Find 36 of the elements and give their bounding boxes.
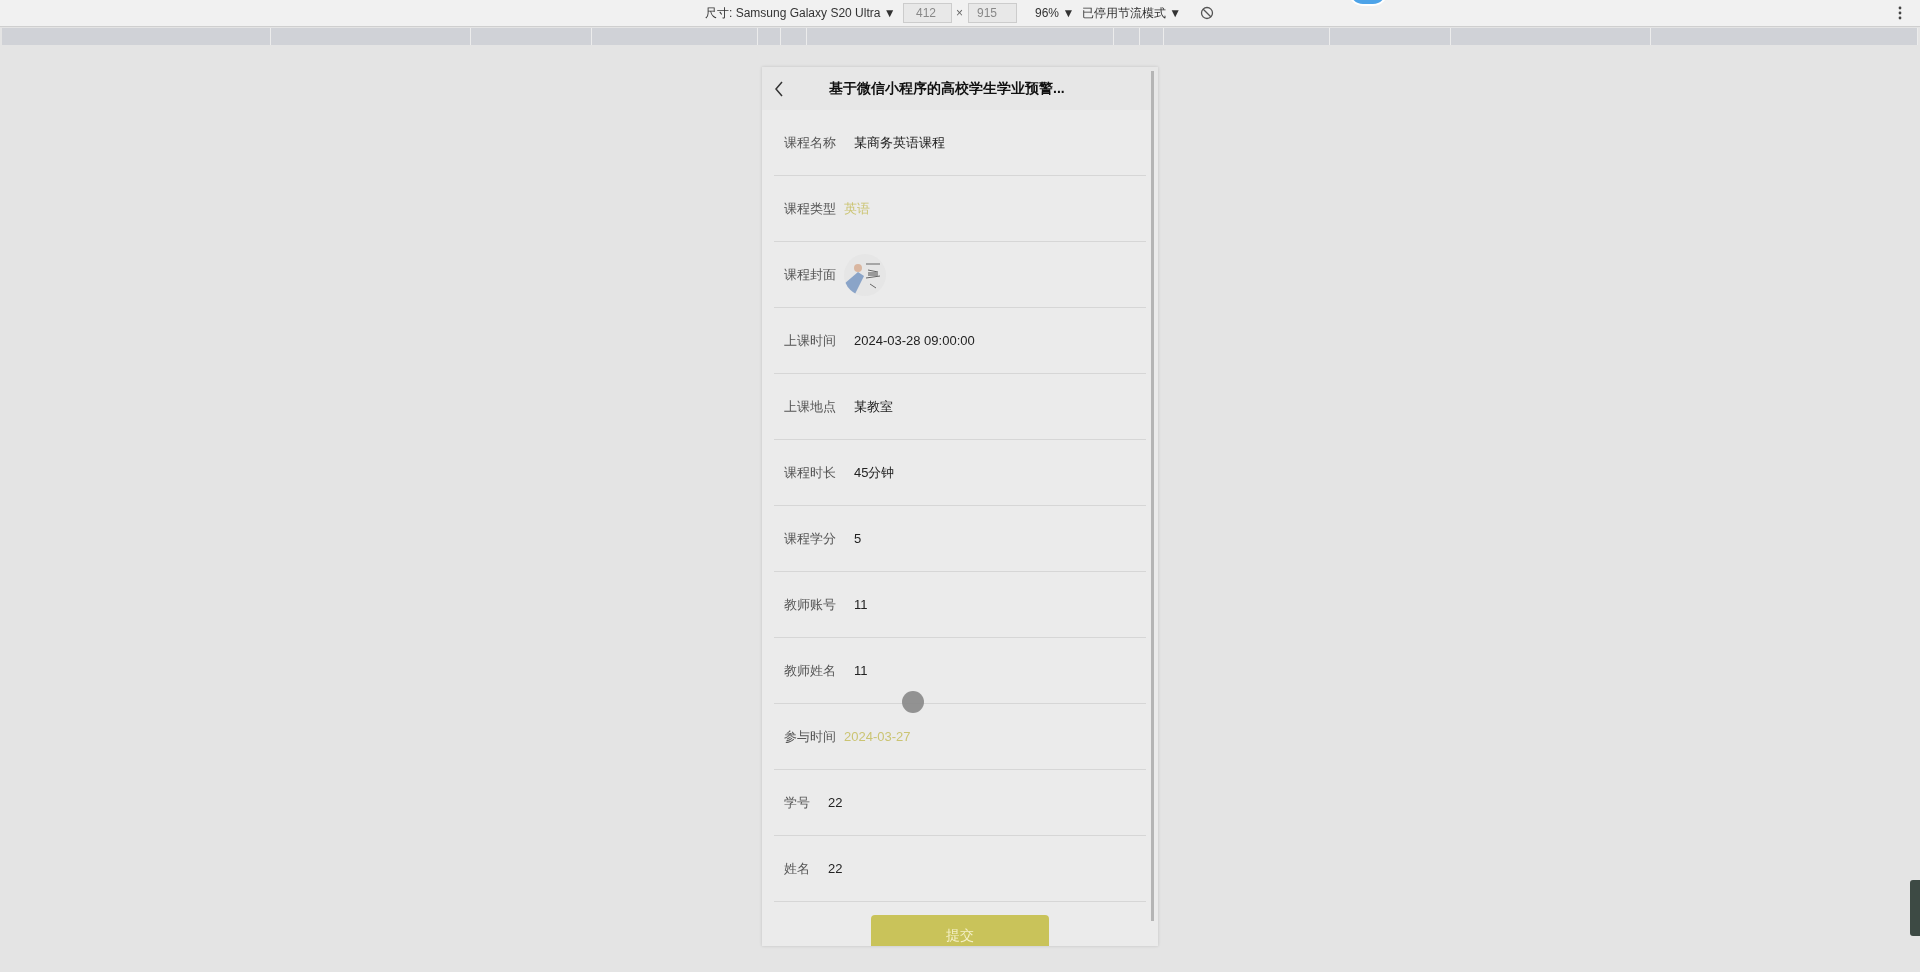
field-label: 课程名称 [784, 133, 836, 152]
field-value: 11 [854, 661, 868, 680]
submit-button[interactable]: 提交 [871, 915, 1049, 946]
field-label: 学号 [784, 793, 810, 812]
field-label: 上课时间 [784, 331, 836, 350]
field-value: 11 [854, 595, 868, 614]
field-label: 课程学分 [784, 529, 836, 548]
field-value: 5 [854, 529, 862, 548]
field-label: 课程封面 [784, 265, 836, 284]
field-label: 上课地点 [784, 397, 836, 416]
back-icon[interactable] [774, 80, 784, 97]
field-label: 课程时长 [784, 463, 836, 482]
times-sign: × [956, 5, 963, 22]
rotate-icon[interactable] [1200, 6, 1214, 20]
field-label: 姓名 [784, 859, 810, 878]
throttle-dropdown[interactable]: 已停用节流模式 ▼ [1082, 4, 1182, 22]
picker-value[interactable]: 2024-03-27 [844, 726, 911, 747]
field-label: 参与时间 [784, 727, 836, 746]
field-label: 教师账号 [784, 595, 836, 614]
field-value: 某商务英语课程 [854, 133, 945, 152]
width-field[interactable]: 412 [903, 3, 952, 23]
device-dropdown[interactable]: 尺寸: Samsung Galaxy S20 Ultra ▼ [705, 4, 896, 22]
field-value: 22 [828, 859, 843, 878]
zoom-dropdown[interactable]: 96% ▼ [1035, 4, 1075, 22]
height-field[interactable]: 915 [968, 3, 1017, 23]
field-value: 45分钟 [854, 463, 895, 482]
field-value: 2024-03-28 09:00:00 [854, 331, 975, 350]
more-icon[interactable] [1898, 6, 1902, 20]
field-value: 22 [828, 793, 843, 812]
field-value: 某教室 [854, 397, 893, 416]
touch-cursor [902, 691, 924, 713]
side-handle [1910, 880, 1920, 936]
picker-value[interactable]: 英语 [844, 198, 870, 219]
field-label: 课程类型 [784, 199, 836, 218]
page-title: 基于微信小程序的高校学生学业预警... [829, 79, 1065, 98]
field-label: 教师姓名 [784, 661, 836, 680]
